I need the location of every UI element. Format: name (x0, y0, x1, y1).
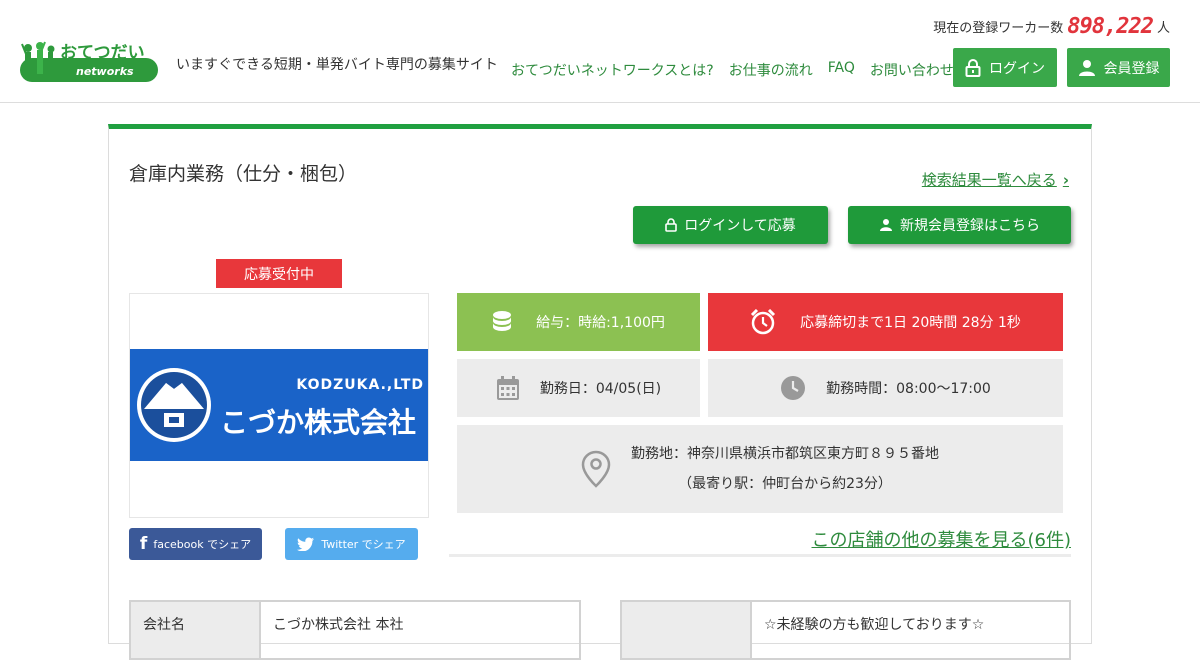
worker-count-label: 現在の登録ワーカー数 (933, 21, 1064, 36)
site-header: おてつだい networks いますぐできる短期・単発バイト専門の募集サイト 現… (0, 0, 1200, 103)
location-tile: 勤務地：神奈川県横浜市都筑区東方町８９５番地 （最寄り駅：仲町台から約23分） (457, 425, 1063, 513)
nav-workflow[interactable]: お仕事の流れ (729, 60, 813, 80)
logo-subtext: networks (76, 65, 134, 78)
nearest-station-text: （最寄り駅：仲町台から約23分） (678, 476, 892, 492)
job-note-table: ☆未経験の方も歓迎しております☆ (620, 600, 1071, 660)
status-badge: 応募受付中 (216, 259, 342, 288)
header-register-label: 会員登録 (1103, 60, 1160, 77)
site-tagline: いますぐできる短期・単発バイト専門の募集サイト (176, 57, 498, 73)
salary-tile: 給与：時給:1,100円 (457, 293, 700, 351)
worker-counter: 現在の登録ワーカー数 898,222 人 (933, 14, 1170, 39)
company-emblem-icon (137, 368, 211, 442)
work-date-text: 勤務日：04/05(日) (539, 381, 662, 397)
divider (449, 554, 1071, 557)
share-facebook-button[interactable]: f facebook でシェア (129, 528, 262, 560)
other-jobs-link[interactable]: この店舗の他の募集を見る(6件) (449, 526, 1072, 552)
login-apply-label: ログインして応募 (684, 218, 796, 234)
calendar-icon (496, 376, 519, 400)
site-logo[interactable]: おてつだい networks (18, 40, 160, 86)
logo-text: おてつだい (60, 43, 145, 63)
new-register-button[interactable]: 新規会員登録はこちら (848, 206, 1071, 244)
nav-faq[interactable]: FAQ (828, 60, 855, 80)
coins-icon (493, 311, 512, 331)
location-text: 勤務地：神奈川県横浜市都筑区東方町８９５番地 (631, 446, 939, 462)
back-to-results-link[interactable]: 検索結果一覧へ戻る › (922, 169, 1069, 190)
salary-text: 給与：時給:1,100円 (536, 315, 665, 331)
company-value: こづか株式会社 本社 (273, 617, 404, 633)
note-value: ☆未経験の方も歓迎しております☆ (764, 617, 985, 633)
clock-icon (781, 376, 806, 400)
location-text-block: 勤務地：神奈川県横浜市都筑区東方町８９５番地 （最寄り駅：仲町台から約23分） (631, 444, 939, 494)
share-twitter-button[interactable]: Twitter でシェア (285, 528, 418, 560)
twitter-bird-icon (297, 537, 315, 551)
back-to-results-label: 検索結果一覧へ戻る (921, 171, 1057, 189)
user-icon (1078, 59, 1095, 76)
job-detail-card: 倉庫内業務（仕分・梱包） 検索結果一覧へ戻る › ログインして応募 新規会員登録… (108, 124, 1092, 660)
nav-about[interactable]: おてつだいネットワークスとは? (511, 60, 714, 80)
worker-count-unit: 人 (1156, 21, 1170, 36)
nav-contact[interactable]: お問い合わせ (870, 60, 954, 80)
main-nav: おてつだいネットワークスとは? お仕事の流れ FAQ お問い合わせ (511, 60, 954, 80)
lock-icon (965, 58, 981, 77)
company-name-en: KODZUKA.,LTD (296, 377, 424, 393)
work-date-tile: 勤務日：04/05(日) (457, 359, 700, 417)
company-name-jp: こづか株式会社 (220, 406, 417, 439)
note-label (622, 602, 752, 658)
job-title: 倉庫内業務（仕分・梱包） (129, 163, 358, 185)
company-label: 会社名 (131, 602, 261, 658)
facebook-icon: f (139, 534, 148, 554)
share-twitter-label: Twitter でシェア (321, 538, 406, 551)
share-facebook-label: facebook でシェア (153, 538, 252, 551)
chevron-right-icon: › (1062, 170, 1069, 189)
company-info-table: 会社名 こづか株式会社 本社 (129, 600, 581, 660)
user-icon (880, 219, 892, 231)
company-banner: KODZUKA.,LTD こづか株式会社 (130, 349, 428, 461)
new-register-label: 新規会員登録はこちら (900, 218, 1040, 234)
work-time-text: 勤務時間：08:00～17:00 (826, 381, 991, 397)
header-login-label: ログイン (989, 60, 1045, 77)
map-pin-icon (581, 450, 611, 488)
lock-icon (665, 218, 678, 232)
login-apply-button[interactable]: ログインして応募 (633, 206, 828, 244)
deadline-tile: 応募締切まで1日 20時間 28分 1秒 (708, 293, 1063, 351)
header-login-button[interactable]: ログイン (953, 48, 1057, 87)
header-register-button[interactable]: 会員登録 (1067, 48, 1170, 87)
work-time-tile: 勤務時間：08:00～17:00 (708, 359, 1063, 417)
job-photo: KODZUKA.,LTD こづか株式会社 (129, 293, 429, 518)
worker-count-value: 898,222 (1067, 14, 1154, 39)
alarm-clock-icon (751, 309, 776, 335)
deadline-text: 応募締切まで1日 20時間 28分 1秒 (800, 315, 1021, 331)
